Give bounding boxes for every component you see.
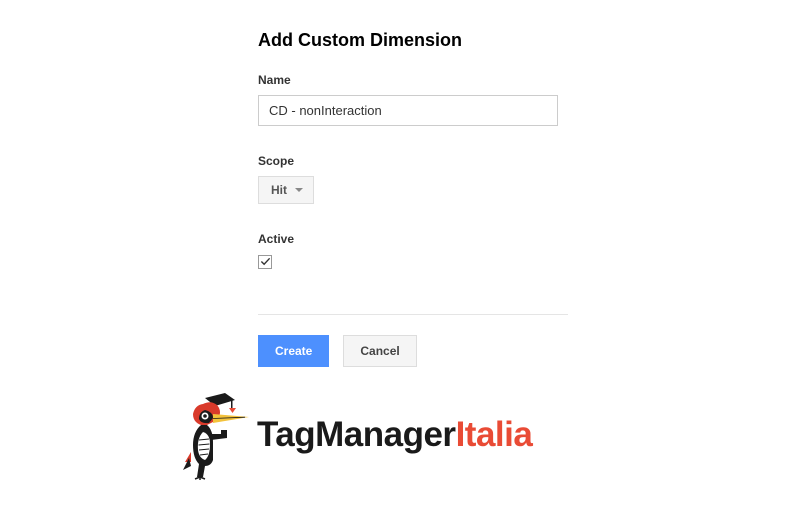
name-label: Name — [258, 73, 568, 87]
divider — [258, 314, 568, 315]
scope-value: Hit — [271, 183, 287, 197]
logo-text-part1: TagManager — [257, 415, 456, 454]
scope-field-group: Scope Hit — [258, 154, 568, 204]
logo-text: TagManagerItalia — [257, 415, 532, 455]
cancel-button[interactable]: Cancel — [343, 335, 416, 367]
custom-dimension-form: Add Custom Dimension Name Scope Hit Acti… — [258, 30, 568, 367]
page-title: Add Custom Dimension — [258, 30, 568, 51]
woodpecker-icon — [183, 390, 251, 480]
button-row: Create Cancel — [258, 335, 568, 367]
name-field-group: Name — [258, 73, 568, 126]
scope-select[interactable]: Hit — [258, 176, 314, 204]
brand-logo: TagManagerItalia — [183, 390, 532, 480]
name-input[interactable] — [258, 95, 558, 126]
active-label: Active — [258, 232, 568, 246]
logo-text-part2: Italia — [456, 415, 533, 454]
chevron-down-icon — [295, 188, 303, 192]
active-checkbox[interactable] — [258, 255, 272, 269]
check-icon — [260, 256, 271, 267]
active-field-group: Active — [258, 232, 568, 272]
create-button[interactable]: Create — [258, 335, 329, 367]
scope-label: Scope — [258, 154, 568, 168]
